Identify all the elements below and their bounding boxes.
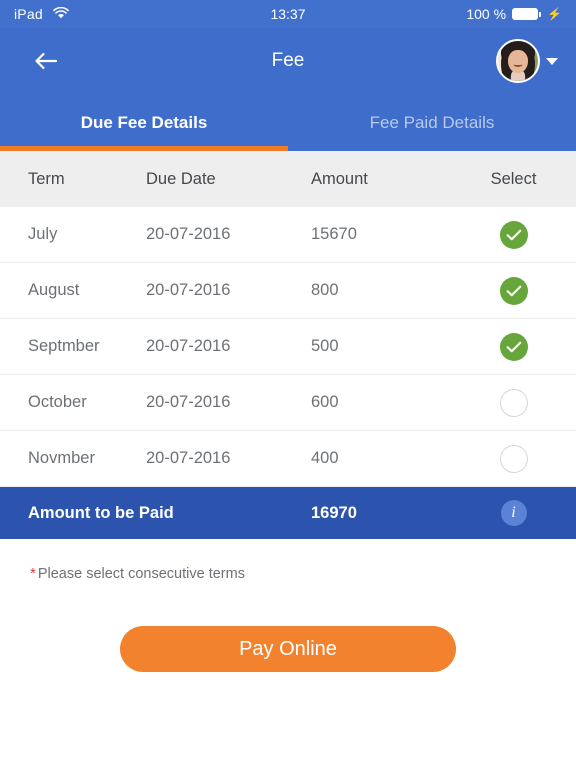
cell-amount: 800 [311, 281, 339, 299]
total-label: Amount to be Paid [28, 503, 174, 522]
cell-term: July [28, 225, 58, 243]
pay-online-button[interactable]: Pay Online [120, 626, 456, 672]
cell-amount: 500 [311, 337, 339, 355]
tab-fee-paid-details[interactable]: Fee Paid Details [288, 94, 576, 151]
battery-percentage: 100 % [466, 6, 507, 22]
checkmark-icon-selected[interactable] [499, 220, 528, 249]
cell-select[interactable] [471, 444, 576, 473]
amount-to-be-paid-bar: Amount to be Paid 16970 i [0, 487, 576, 539]
cell-due-date: 20-07-2016 [146, 225, 231, 243]
checkmark-icon-selected[interactable] [499, 332, 528, 361]
cell-select[interactable] [471, 332, 576, 361]
cell-term: Novmber [28, 449, 95, 467]
table-row[interactable]: October 20-07-2016 600 [0, 375, 576, 431]
tab-due-fee-details[interactable]: Due Fee Details [0, 94, 288, 151]
cell-amount: 600 [311, 393, 339, 411]
cell-term: Septmber [28, 337, 100, 355]
table-header-row: Term Due Date Amount Select [0, 151, 576, 207]
lightning-bolt-icon: ⚡ [547, 7, 562, 21]
active-tab-indicator [0, 146, 288, 151]
status-bar-left: iPad [14, 6, 69, 22]
table-row[interactable]: Novmber 20-07-2016 400 [0, 431, 576, 487]
cell-due-date: 20-07-2016 [146, 449, 231, 467]
back-button[interactable] [24, 39, 68, 83]
radio-icon-unselected[interactable] [499, 444, 528, 473]
total-amount: 16970 [311, 503, 357, 522]
cell-select[interactable] [471, 388, 576, 417]
page-title: Fee [271, 50, 305, 71]
cell-term: October [28, 393, 87, 411]
radio-icon-unselected[interactable] [499, 388, 528, 417]
cell-due-date: 20-07-2016 [146, 337, 231, 355]
pay-button-container: Pay Online [0, 582, 576, 672]
total-info-cell[interactable]: i [471, 500, 576, 526]
tab-bar: Due Fee Details Fee Paid Details [0, 94, 576, 151]
fee-table: Term Due Date Amount Select July 20-07-2… [0, 151, 576, 487]
column-header-amount: Amount [311, 169, 368, 188]
status-bar-right: 100 % ⚡ [466, 6, 562, 22]
checkmark-icon-selected[interactable] [499, 276, 528, 305]
avatar[interactable] [496, 39, 540, 83]
info-icon[interactable]: i [500, 500, 527, 526]
cell-due-date: 20-07-2016 [146, 281, 231, 299]
required-asterisk: * [30, 565, 36, 582]
battery-icon [512, 8, 542, 20]
table-row[interactable]: Septmber 20-07-2016 500 [0, 319, 576, 375]
cell-due-date: 20-07-2016 [146, 393, 231, 411]
cell-select[interactable] [471, 220, 576, 249]
cell-amount: 400 [311, 449, 339, 467]
column-header-select: Select [490, 169, 537, 188]
note-text: Please select consecutive terms [37, 566, 245, 582]
chevron-down-icon[interactable] [546, 57, 558, 65]
profile-menu[interactable] [496, 39, 558, 83]
status-bar: iPad 13:37 100 % ⚡ [0, 0, 576, 28]
note-consecutive-terms: * Please select consecutive terms [0, 539, 576, 582]
back-arrow-icon [35, 52, 58, 70]
cell-select[interactable] [471, 276, 576, 305]
column-header-term: Term [28, 169, 65, 188]
table-row[interactable]: August 20-07-2016 800 [0, 263, 576, 319]
device-name: iPad [14, 6, 43, 22]
wifi-icon [52, 6, 69, 22]
app-header: Fee [0, 28, 576, 94]
app-screen: iPad 13:37 100 % ⚡ Fee Due Fee Details F… [0, 0, 576, 768]
cell-term: August [28, 281, 80, 299]
column-header-due-date: Due Date [146, 169, 216, 188]
cell-amount: 15670 [311, 225, 357, 243]
table-row[interactable]: July 20-07-2016 15670 [0, 207, 576, 263]
